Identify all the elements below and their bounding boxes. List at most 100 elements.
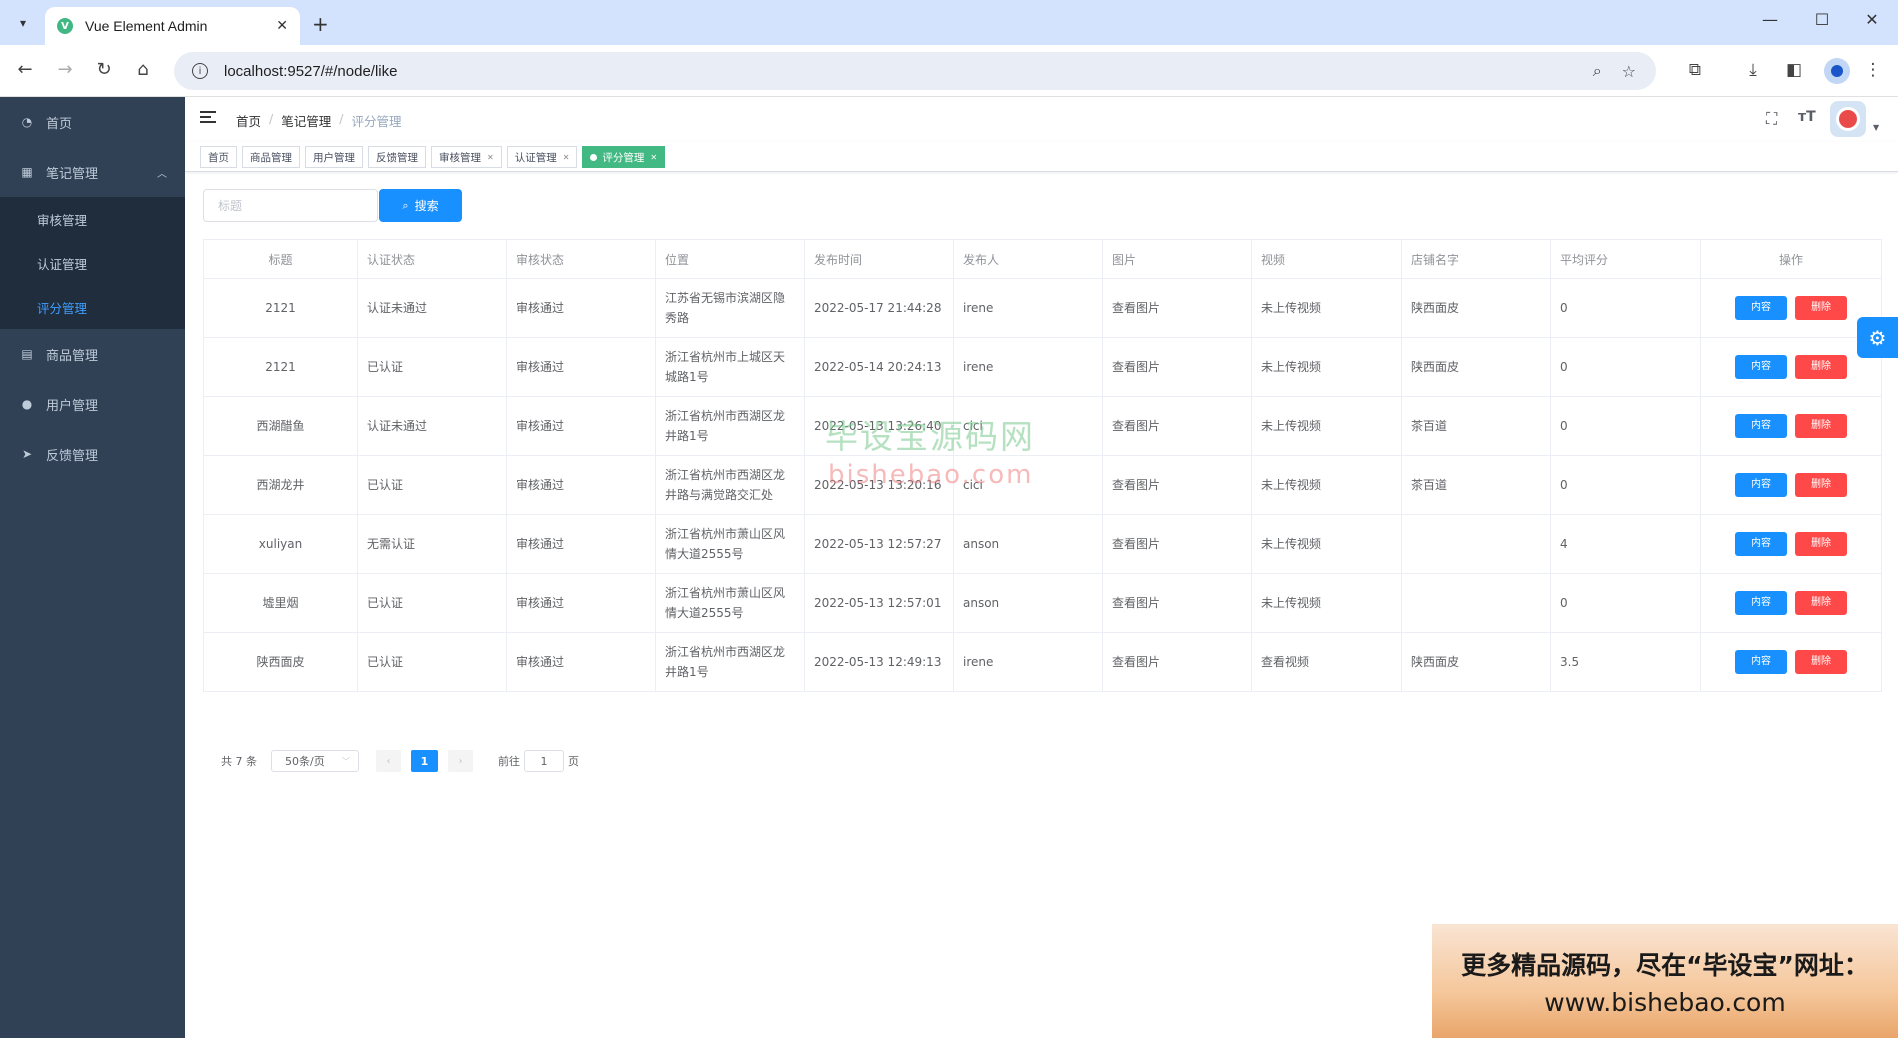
sidebar-item-review[interactable]: 审核管理 bbox=[0, 197, 185, 241]
tag-feedback[interactable]: 反馈管理 bbox=[368, 146, 426, 168]
table-cell: irene bbox=[953, 337, 1103, 397]
table-cell[interactable]: 查看图片 bbox=[1102, 632, 1252, 692]
table-cell[interactable]: 查看图片 bbox=[1102, 514, 1252, 574]
sidebar-item-feedback[interactable]: ➤ 反馈管理 bbox=[0, 429, 185, 479]
caret-down-icon[interactable]: ▼ bbox=[1873, 123, 1879, 132]
tag-close-icon[interactable]: ✕ bbox=[563, 153, 570, 162]
title-search-input[interactable]: 标题 bbox=[203, 189, 378, 222]
prev-page-button[interactable]: ‹ bbox=[376, 750, 401, 772]
table-row: 墟里烟 已认证 审核通过 浙江省杭州市萧山区风情大道2555号 2022-05-13 1… bbox=[203, 573, 1882, 633]
maximize-icon[interactable]: ☐ bbox=[1802, 10, 1842, 29]
side-panel-icon[interactable]: ◧ bbox=[1783, 60, 1805, 80]
minimize-icon[interactable]: — bbox=[1750, 10, 1790, 29]
table-cell: 认证未通过 bbox=[357, 396, 507, 456]
home-icon[interactable]: ⌂ bbox=[131, 59, 155, 80]
table-cell[interactable]: 查看图片 bbox=[1102, 573, 1252, 633]
page-number-button[interactable]: 1 bbox=[411, 750, 438, 772]
sidebar-item-label: 认证管理 bbox=[37, 256, 88, 272]
goto-suffix: 页 bbox=[568, 755, 579, 768]
address-bar[interactable]: i localhost:9527/#/node/like ⌕ ☆ bbox=[174, 52, 1656, 90]
browser-tab-bar: ▾ V Vue Element Admin ✕ + — ☐ ✕ bbox=[0, 0, 1898, 45]
fullscreen-icon[interactable]: ⛶ bbox=[1766, 109, 1777, 129]
search-button[interactable]: ⌕ 搜索 bbox=[379, 189, 462, 222]
next-page-button[interactable]: › bbox=[448, 750, 473, 772]
reload-icon[interactable]: ↻ bbox=[92, 59, 116, 80]
column-header: 发布人 bbox=[953, 239, 1103, 279]
delete-button[interactable]: 删除 bbox=[1795, 532, 1847, 556]
navbar: 首页 / 笔记管理 / 评分管理 ⛶ ᴛT ▼ bbox=[185, 97, 1898, 142]
table-cell[interactable]: 查看视频 bbox=[1251, 632, 1402, 692]
sidebar-item-home[interactable]: ◔ 首页 bbox=[0, 97, 185, 147]
tag-rating[interactable]: 评分管理 ✕ bbox=[582, 146, 666, 168]
tag-home[interactable]: 首页 bbox=[200, 146, 237, 168]
sidebar-item-label: 首页 bbox=[46, 116, 73, 132]
table-cell[interactable]: 未上传视频 bbox=[1251, 278, 1402, 338]
delete-button[interactable]: 删除 bbox=[1795, 296, 1847, 320]
hamburger-menu-icon[interactable] bbox=[200, 111, 216, 125]
ad-banner[interactable]: 更多精品源码，尽在“毕设宝”网址： www.bishebao.com bbox=[1432, 924, 1898, 1038]
profile-avatar-icon[interactable] bbox=[1824, 58, 1850, 84]
sidebar-item-products[interactable]: ▤ 商品管理 bbox=[0, 329, 185, 379]
tag-close-icon[interactable]: ✕ bbox=[650, 153, 657, 162]
url-text[interactable]: localhost:9527/#/node/like bbox=[224, 63, 1593, 80]
new-tab-plus-icon[interactable]: + bbox=[312, 12, 329, 36]
zoom-icon[interactable]: ⌕ bbox=[1593, 61, 1602, 81]
table-row: 西湖醋鱼 认证未通过 审核通过 浙江省杭州市西湖区龙井路1号 2022-05-13 13… bbox=[203, 396, 1882, 456]
tab-close-icon[interactable]: ✕ bbox=[276, 18, 288, 34]
sidebar-item-certification[interactable]: 认证管理 bbox=[0, 241, 185, 285]
tag-certification[interactable]: 认证管理 ✕ bbox=[506, 146, 578, 168]
browser-tab[interactable]: V Vue Element Admin ✕ bbox=[45, 7, 300, 45]
watermark-url: bishebao.com bbox=[828, 460, 1034, 490]
forward-arrow-icon[interactable]: → bbox=[53, 59, 77, 80]
tag-products[interactable]: 商品管理 bbox=[242, 146, 300, 168]
font-size-icon[interactable]: ᴛT bbox=[1798, 109, 1816, 125]
table-cell[interactable]: 查看图片 bbox=[1102, 455, 1252, 515]
delete-button[interactable]: 删除 bbox=[1795, 414, 1847, 438]
content-button[interactable]: 内容 bbox=[1735, 650, 1787, 674]
tag-label: 首页 bbox=[208, 151, 229, 164]
delete-button[interactable]: 删除 bbox=[1795, 355, 1847, 379]
content-button[interactable]: 内容 bbox=[1735, 473, 1787, 497]
avatar[interactable] bbox=[1830, 101, 1866, 137]
send-icon: ➤ bbox=[21, 447, 33, 461]
sidebar-item-notes[interactable]: ▦ 笔记管理 ︿ bbox=[0, 147, 185, 197]
tag-users[interactable]: 用户管理 bbox=[305, 146, 363, 168]
content-button[interactable]: 内容 bbox=[1735, 414, 1787, 438]
table-cell[interactable]: 未上传视频 bbox=[1251, 396, 1402, 456]
tag-close-icon[interactable]: ✕ bbox=[487, 153, 494, 162]
content-button[interactable]: 内容 bbox=[1735, 591, 1787, 615]
site-info-icon[interactable]: i bbox=[192, 63, 208, 79]
goto-page-input[interactable]: 1 bbox=[524, 750, 564, 772]
tab-search-chevron-icon[interactable]: ▾ bbox=[10, 10, 36, 36]
table-cell[interactable]: 查看图片 bbox=[1102, 278, 1252, 338]
extensions-icon[interactable]: ⧉ bbox=[1684, 60, 1706, 80]
table-cell[interactable]: 未上传视频 bbox=[1251, 337, 1402, 397]
table-cell: 审核通过 bbox=[506, 573, 656, 633]
vue-favicon-icon: V bbox=[57, 18, 73, 34]
delete-button[interactable]: 删除 bbox=[1795, 591, 1847, 615]
delete-button[interactable]: 删除 bbox=[1795, 473, 1847, 497]
browser-menu-icon[interactable]: ⋮ bbox=[1862, 60, 1884, 80]
window-close-icon[interactable]: ✕ bbox=[1852, 10, 1892, 29]
breadcrumb-item[interactable]: 笔记管理 bbox=[281, 111, 331, 130]
content-button[interactable]: 内容 bbox=[1735, 296, 1787, 320]
page-size-select[interactable]: 50条/页 ﹀ bbox=[271, 750, 359, 772]
table-cell[interactable]: 查看图片 bbox=[1102, 337, 1252, 397]
tag-review[interactable]: 审核管理 ✕ bbox=[431, 146, 502, 168]
table-cell[interactable]: 未上传视频 bbox=[1251, 514, 1402, 574]
sidebar-item-rating[interactable]: 评分管理 bbox=[0, 285, 185, 329]
chevron-up-icon: ︿ bbox=[157, 168, 167, 180]
settings-gear-icon[interactable]: ⚙ bbox=[1857, 317, 1898, 358]
table-cell[interactable]: 查看图片 bbox=[1102, 396, 1252, 456]
breadcrumb-item[interactable]: 首页 bbox=[236, 111, 261, 130]
content-button[interactable]: 内容 bbox=[1735, 532, 1787, 556]
sidebar-item-users[interactable]: ● 用户管理 bbox=[0, 379, 185, 429]
content-button[interactable]: 内容 bbox=[1735, 355, 1787, 379]
table-cell[interactable]: 未上传视频 bbox=[1251, 573, 1402, 633]
bookmark-star-icon[interactable]: ☆ bbox=[1622, 62, 1636, 81]
download-icon[interactable]: ⤓ bbox=[1742, 60, 1764, 80]
column-header: 平均评分 bbox=[1550, 239, 1701, 279]
table-cell[interactable]: 未上传视频 bbox=[1251, 455, 1402, 515]
back-arrow-icon[interactable]: ← bbox=[13, 59, 37, 80]
delete-button[interactable]: 删除 bbox=[1795, 650, 1847, 674]
